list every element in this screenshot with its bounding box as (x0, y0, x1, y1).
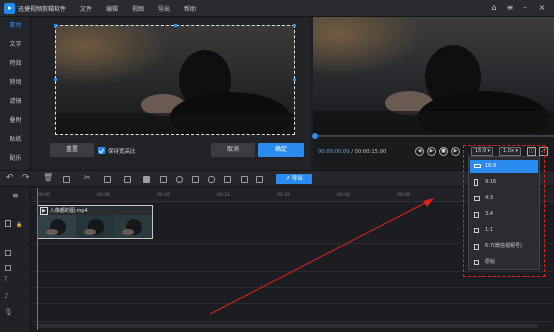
aspect-3-4-icon (474, 212, 479, 218)
aspect-4-3-icon (474, 196, 480, 201)
aspect-option-label: 原始 (485, 259, 496, 265)
aspect-option-label: 3:4 (485, 211, 494, 217)
video-editor-window: 迅捷视频剪辑软件 文件 编辑 视图 导出 帮助 ⌂ ≡ – × 素材 文字 特效… (0, 0, 554, 332)
aspect-ratio-dropdown: 16:9 9:16 4:3 3:4 1:1 6:7(微信视频号) 原始 (468, 156, 540, 270)
aspect-option-1-1[interactable]: 1:1 (470, 224, 538, 237)
aspect-option-label: 4:3 (485, 195, 494, 201)
aspect-option-label: 6:7(微信视频号) (485, 243, 522, 249)
aspect-option-3-4[interactable]: 3:4 (470, 208, 538, 221)
aspect-16-9-icon (474, 164, 481, 168)
aspect-option-6-7[interactable]: 6:7(微信视频号) (470, 240, 538, 253)
aspect-option-16-9[interactable]: 16:9 (470, 160, 538, 173)
aspect-option-9-16[interactable]: 9:16 (470, 176, 538, 189)
aspect-option-label: 1:1 (485, 227, 494, 233)
aspect-option-label: 16:9 (485, 163, 497, 169)
aspect-option-label: 9:16 (485, 179, 497, 185)
aspect-original-icon (474, 260, 479, 265)
aspect-1-1-icon (474, 228, 479, 233)
aspect-option-original[interactable]: 原始 (470, 256, 538, 269)
aspect-9-16-icon (474, 179, 478, 186)
aspect-6-7-icon (474, 244, 479, 250)
aspect-option-4-3[interactable]: 4:3 (470, 192, 538, 205)
